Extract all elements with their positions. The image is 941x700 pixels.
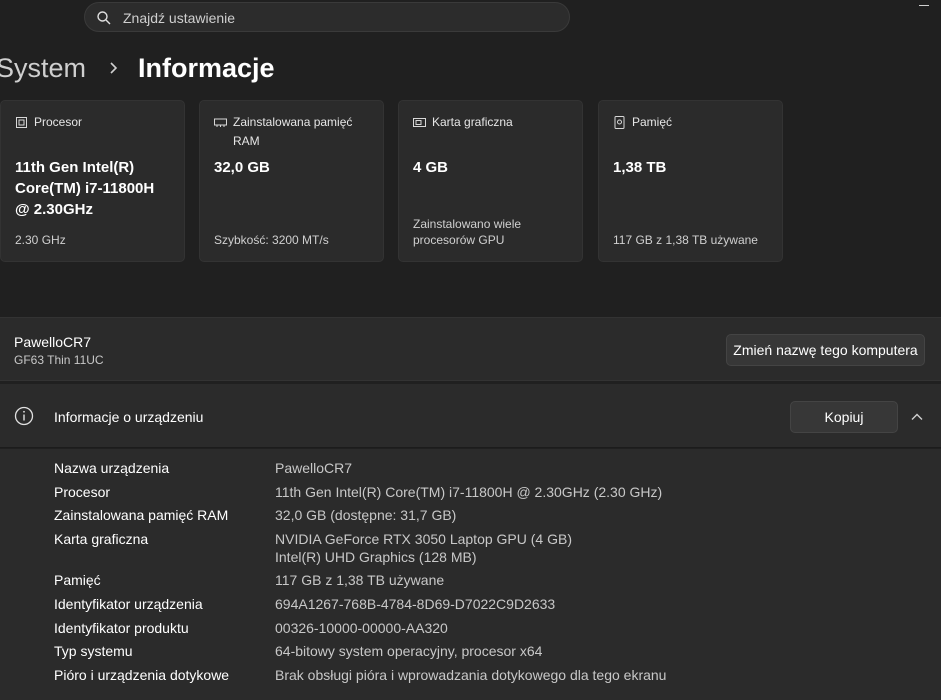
pc-model: GF63 Thin 11UC bbox=[14, 353, 104, 367]
pc-name-row: PawelloCR7 GF63 Thin 11UC Zmień nazwę te… bbox=[0, 317, 941, 381]
detail-value: 00326-10000-00000-AA320 bbox=[275, 620, 448, 636]
search-input[interactable]: Znajdź ustawienie bbox=[84, 2, 570, 32]
detail-value: 117 GB z 1,38 TB używane bbox=[275, 572, 445, 588]
chevron-right-icon bbox=[110, 62, 118, 74]
detail-key: Karta graficzna bbox=[54, 531, 149, 547]
storage-icon bbox=[614, 116, 625, 129]
card-sub: Szybkość: 3200 MT/s bbox=[214, 233, 329, 247]
detail-value: 694A1267-768B-4784-8D69-D7022C9D2633 bbox=[275, 596, 556, 612]
device-info-title: Informacje o urządzeniu bbox=[54, 409, 204, 425]
copy-button[interactable]: Kopiuj bbox=[790, 401, 898, 433]
card-storage: Pamięć 1,38 TB 117 GB z 1,38 TB używane bbox=[598, 100, 783, 262]
detail-key: Identyfikator produktu bbox=[54, 620, 189, 636]
card-header: Procesor bbox=[15, 113, 174, 132]
card-sub: Zainstalowano wiele procesorów GPU bbox=[413, 217, 522, 247]
search-placeholder: Znajdź ustawienie bbox=[123, 10, 236, 26]
graphics-card-icon bbox=[413, 118, 426, 127]
device-info-header[interactable]: Informacje o urządzeniu Kopiuj bbox=[0, 384, 941, 448]
info-icon bbox=[14, 406, 34, 426]
detail-value: 32,0 GB (dostępne: 31,7 GB) bbox=[275, 507, 457, 523]
detail-value: 64-bitowy system operacyjny, procesor x6… bbox=[275, 643, 543, 659]
card-value: 4 GB bbox=[413, 159, 449, 176]
card-label: Procesor bbox=[34, 115, 83, 129]
card-value: 32,0 GB bbox=[214, 159, 270, 176]
card-processor: Procesor 11th Gen Intel(R) Core(TM) i7-1… bbox=[0, 100, 185, 262]
card-label: Karta graficzna bbox=[432, 115, 513, 129]
detail-key: Nazwa urządzenia bbox=[54, 460, 170, 476]
detail-key: Pamięć bbox=[54, 572, 101, 588]
card-ram: Zainstalowana pamięć RAM 32,0 GB Szybkoś… bbox=[199, 100, 384, 262]
minimize-button[interactable] bbox=[919, 5, 929, 6]
search-icon bbox=[97, 11, 111, 25]
rename-pc-button[interactable]: Zmień nazwę tego komputera bbox=[726, 334, 925, 366]
detail-value: PawelloCR7 bbox=[275, 460, 353, 476]
card-sub: 2.30 GHz bbox=[15, 233, 66, 247]
detail-value: NVIDIA GeForce RTX 3050 Laptop GPU (4 GB… bbox=[275, 531, 572, 565]
card-sub: 117 GB z 1,38 TB używane bbox=[613, 233, 758, 247]
card-value: 1,38 TB bbox=[613, 159, 667, 176]
card-header: Pamięć bbox=[613, 113, 772, 132]
ram-icon bbox=[214, 118, 227, 127]
page-title: Informacje bbox=[138, 52, 275, 83]
card-graphics: Karta graficzna 4 GB Zainstalowano wiele… bbox=[398, 100, 583, 262]
detail-key: Zainstalowana pamięć RAM bbox=[54, 507, 229, 523]
chevron-up-icon[interactable] bbox=[910, 410, 924, 424]
processor-icon bbox=[16, 117, 27, 128]
detail-value: 11th Gen Intel(R) Core(TM) i7-11800H @ 2… bbox=[275, 484, 663, 500]
pc-name: PawelloCR7 bbox=[14, 334, 92, 350]
device-info-details: Nazwa urządzenia PawelloCR7 Procesor 11t… bbox=[0, 449, 941, 700]
breadcrumb-system[interactable]: System bbox=[0, 53, 86, 84]
card-label: Zainstalowana pamięć RAM bbox=[233, 115, 353, 148]
detail-key: Identyfikator urządzenia bbox=[54, 596, 203, 612]
detail-key: Typ systemu bbox=[54, 643, 133, 659]
detail-key: Pióro i urządzenia dotykowe bbox=[54, 667, 230, 683]
detail-key: Procesor bbox=[54, 484, 111, 500]
detail-value: Brak obsługi pióra i wprowadzania dotyko… bbox=[275, 667, 667, 683]
card-header: Zainstalowana pamięć RAM bbox=[214, 113, 373, 151]
card-value: 11th Gen Intel(R) Core(TM) i7-11800H @ 2… bbox=[15, 159, 155, 218]
card-header: Karta graficzna bbox=[413, 113, 572, 132]
card-label: Pamięć bbox=[632, 115, 673, 129]
breadcrumb: System Informacje bbox=[0, 48, 275, 88]
